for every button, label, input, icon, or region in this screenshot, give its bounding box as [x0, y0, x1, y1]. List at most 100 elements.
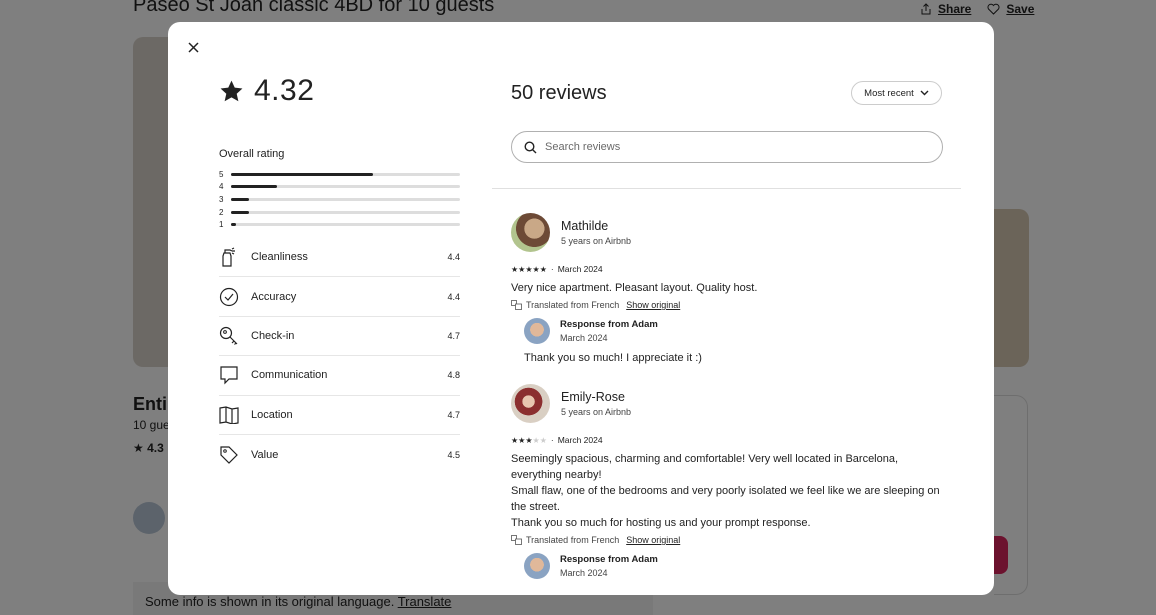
translation-info: Translated from French Show original — [511, 535, 951, 545]
review-date: March 2024 — [557, 264, 603, 274]
review-text-line: Small flaw, one of the bedrooms and very… — [511, 485, 940, 513]
review-text-line: Thank you so much for hosting us and you… — [511, 517, 811, 529]
host-response: Response from Adam March 2024 — [524, 553, 951, 579]
review-list: Mathilde 5 years on Airbnb ★★★★★ · March… — [511, 213, 951, 595]
review-rating-line: ★★★★★ · March 2024 — [511, 435, 951, 445]
host-avatar[interactable] — [524, 318, 550, 344]
separator-dot: · — [550, 264, 554, 274]
map-icon — [219, 406, 239, 424]
distribution-stars: 3 — [219, 194, 224, 204]
translation-info: Translated from French Show original — [511, 300, 951, 310]
review-rating-line: ★★★★★ · March 2024 — [511, 264, 951, 274]
review-item: Emily-Rose 5 years on Airbnb ★★★★★ · Mar… — [511, 384, 951, 579]
category-label: Accuracy — [251, 290, 297, 303]
separator-dot: · — [550, 435, 554, 445]
tag-icon — [220, 446, 238, 464]
response-header: Response from Adam March 2024 — [524, 553, 951, 579]
category-label: Value — [251, 448, 279, 461]
review-header: Mathilde 5 years on Airbnb — [511, 213, 951, 252]
show-original-link[interactable]: Show original — [626, 300, 680, 310]
distribution-bar-fill — [231, 223, 236, 227]
translate-icon — [511, 300, 522, 310]
distribution-stars: 5 — [219, 169, 224, 179]
reviews-modal: 4.32 Overall rating 5 4 3 2 1 Cleanlines… — [168, 22, 994, 595]
category-label: Check-in — [251, 329, 295, 342]
rating-distribution: 5 4 3 2 1 — [219, 168, 460, 231]
review-date: March 2024 — [557, 435, 603, 445]
review-stars: ★★★★★ — [511, 436, 547, 445]
overall-rating: 4.32 — [219, 74, 314, 108]
reviews-count-heading: 50 reviews — [511, 82, 607, 104]
category-score: 4.7 — [447, 409, 460, 420]
reviewer-avatar[interactable] — [511, 213, 550, 252]
reviewer-name: Emily-Rose — [561, 390, 625, 404]
review-header: Emily-Rose 5 years on Airbnb — [511, 384, 951, 423]
star-icon: ★ — [539, 264, 547, 274]
category-value: Value 4.5 — [219, 435, 460, 474]
category-score: 4.4 — [447, 252, 460, 263]
distribution-bar-fill — [231, 172, 373, 176]
response-title: Response from Adam — [560, 554, 658, 565]
response-header: Response from Adam March 2024 — [524, 318, 951, 344]
overall-rating-label: Overall rating — [219, 148, 285, 160]
category-label: Location — [251, 408, 293, 421]
review-item: Mathilde 5 years on Airbnb ★★★★★ · March… — [511, 213, 951, 364]
category-label: Communication — [251, 369, 328, 382]
distribution-stars: 1 — [219, 220, 224, 230]
distribution-stars: 2 — [219, 207, 224, 217]
review-text: Very nice apartment. Pleasant layout. Qu… — [511, 282, 758, 294]
star-icon: ★ — [539, 435, 547, 445]
distribution-bar — [231, 197, 460, 201]
reviewer-tenure: 5 years on Airbnb — [561, 236, 632, 246]
category-communication: Communication 4.8 — [219, 356, 460, 396]
review-text-line: Seemingly spacious, charming and comfort… — [511, 453, 899, 481]
divider — [492, 188, 961, 189]
search-icon — [524, 140, 537, 153]
reviewer-tenure: 5 years on Airbnb — [561, 407, 632, 417]
distribution-row: 5 — [219, 168, 460, 181]
distribution-stars: 4 — [219, 182, 224, 192]
translate-icon — [511, 535, 522, 545]
category-score: 4.7 — [447, 330, 460, 341]
distribution-bar-fill — [231, 210, 250, 214]
category-score: 4.8 — [447, 370, 460, 381]
chevron-down-icon — [920, 90, 929, 96]
host-response: Response from Adam March 2024 Thank you … — [524, 318, 951, 364]
overall-rating-value: 4.32 — [254, 74, 315, 107]
response-date: March 2024 — [560, 568, 608, 578]
search-reviews-box[interactable] — [511, 131, 943, 163]
sort-label: Most recent — [864, 87, 914, 99]
spray-bottle-icon — [222, 247, 235, 267]
category-check-in: Check-in 4.7 — [219, 317, 460, 357]
category-location: Location 4.7 — [219, 396, 460, 435]
key-icon — [219, 326, 238, 345]
sort-dropdown[interactable]: Most recent — [851, 81, 942, 105]
star-icon: ★ — [525, 264, 533, 274]
translated-label: Translated from French — [526, 535, 620, 545]
star-icon: ★ — [525, 435, 533, 445]
response-title: Response from Adam — [560, 319, 658, 330]
response-date: March 2024 — [560, 333, 608, 343]
reviewer-avatar[interactable] — [511, 384, 550, 423]
chat-bubble-icon — [220, 366, 238, 385]
show-original-link[interactable]: Show original — [626, 535, 680, 545]
close-button[interactable] — [182, 36, 204, 58]
star-icon — [220, 80, 243, 101]
star-icon: ★ — [532, 264, 540, 274]
distribution-row: 2 — [219, 206, 460, 219]
close-icon — [187, 41, 199, 53]
host-avatar[interactable] — [524, 553, 550, 579]
category-label: Cleanliness — [251, 251, 308, 264]
review-text: Seemingly spacious, charming and comfort… — [511, 451, 951, 531]
response-text: Thank you so much! I appreciate it :) — [524, 352, 702, 364]
category-ratings: Cleanliness 4.4 Accuracy 4.4 Check-in 4.… — [219, 238, 460, 474]
distribution-bar — [231, 210, 460, 214]
category-cleanliness: Cleanliness 4.4 — [219, 238, 460, 278]
search-reviews-input[interactable] — [545, 141, 925, 153]
category-score: 4.4 — [447, 291, 460, 302]
category-score: 4.5 — [447, 449, 460, 460]
star-icon: ★ — [532, 435, 540, 445]
reviewer-name: Mathilde — [561, 219, 609, 233]
distribution-bar — [231, 185, 460, 189]
check-circle-icon — [219, 287, 239, 306]
